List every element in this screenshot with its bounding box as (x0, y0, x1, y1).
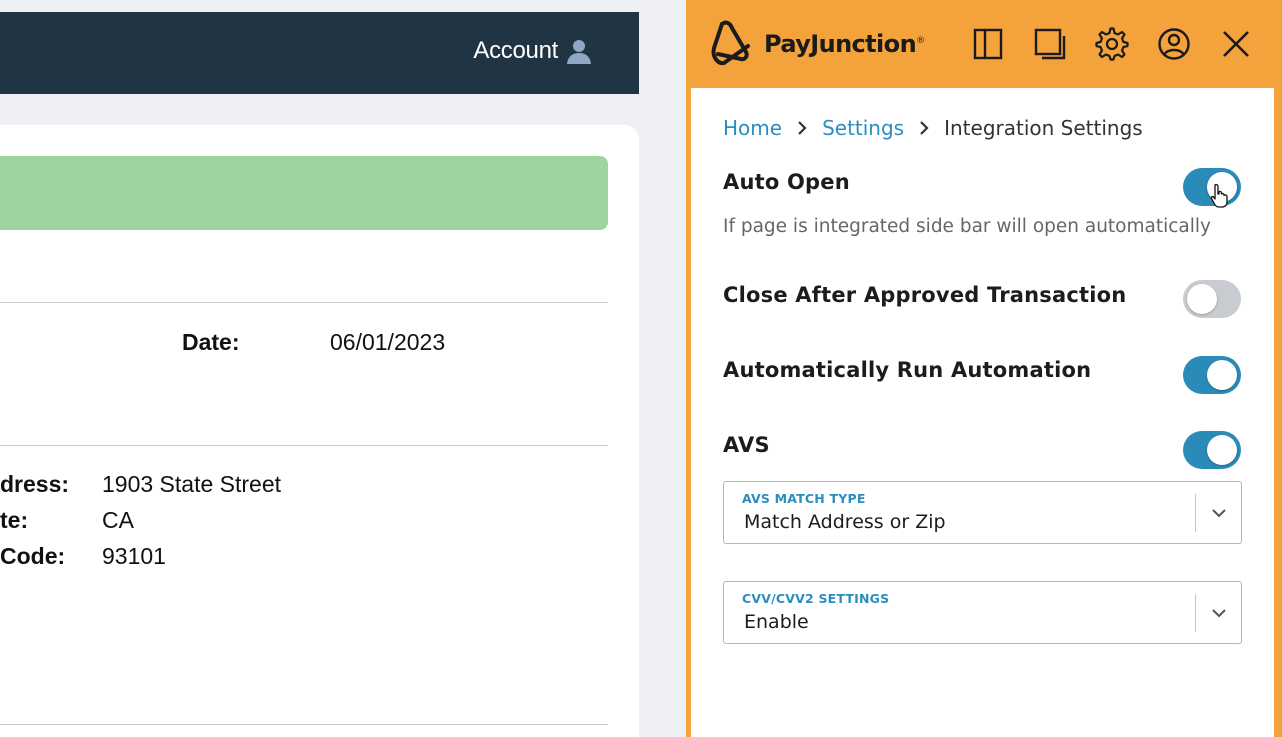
zip-value: 93101 (102, 543, 166, 569)
payjunction-side-panel: PayJunction® Home Settings Integration S… (686, 0, 1282, 737)
breadcrumb-settings[interactable]: Settings (822, 116, 904, 140)
breadcrumb-current: Integration Settings (944, 116, 1143, 140)
zip-label: Code: (0, 543, 66, 569)
toggle-knob (1207, 435, 1237, 465)
payjunction-logo: PayJunction® (708, 18, 925, 70)
popout-icon[interactable] (1032, 26, 1068, 62)
avs-toggle[interactable] (1183, 431, 1241, 469)
close-after-approved-title: Close After Approved Transaction (723, 283, 1127, 307)
app-topbar: Account (0, 12, 639, 94)
avs-match-type-label: AVS MATCH TYPE (742, 491, 866, 506)
toggle-knob (1207, 360, 1237, 390)
auto-open-toggle[interactable] (1183, 168, 1241, 206)
avs-match-type-value: Match Address or Zip (744, 511, 946, 533)
divider (0, 724, 608, 725)
account-user-icon (567, 40, 591, 64)
cvv-settings-label: CVV/CVV2 SETTINGS (742, 591, 890, 606)
divider (0, 445, 608, 446)
avs-title: AVS (723, 433, 770, 457)
state-value: CA (102, 507, 134, 533)
toggle-knob (1187, 284, 1217, 314)
close-icon[interactable] (1218, 26, 1254, 62)
avs-match-type-select[interactable]: AVS MATCH TYPE Match Address or Zip (723, 481, 1242, 544)
divider (0, 302, 608, 303)
user-profile-icon[interactable] (1156, 26, 1192, 62)
breadcrumb: Home Settings Integration Settings (723, 116, 1143, 140)
sidebar-icon[interactable] (970, 26, 1006, 62)
select-divider (1195, 594, 1196, 632)
select-divider (1195, 494, 1196, 532)
cvv-settings-select[interactable]: CVV/CVV2 SETTINGS Enable (723, 581, 1242, 644)
account-menu[interactable]: Account (473, 36, 594, 66)
breadcrumb-home[interactable]: Home (723, 116, 782, 140)
auto-open-description: If page is integrated side bar will open… (723, 216, 1211, 237)
auto-run-automation-title: Automatically Run Automation (723, 358, 1092, 382)
date-value: 06/01/2023 (330, 329, 446, 355)
panel-header: PayJunction® (686, 0, 1282, 88)
chevron-right-icon (796, 120, 808, 136)
settings-gear-icon[interactable] (1094, 26, 1130, 62)
auto-run-automation-toggle[interactable] (1183, 356, 1241, 394)
success-banner (0, 156, 608, 230)
cvv-settings-value: Enable (744, 611, 809, 633)
payjunction-logo-icon (711, 20, 750, 66)
payjunction-wordmark: PayJunction® (764, 30, 925, 58)
chevron-down-icon[interactable] (1210, 604, 1228, 622)
toggle-knob (1207, 172, 1237, 202)
state-label: te: (0, 507, 29, 533)
date-label: Date: (182, 329, 240, 355)
chevron-right-icon (918, 120, 930, 136)
panel-header-actions (970, 26, 1254, 62)
address-label: dress: (0, 471, 70, 497)
auto-open-title: Auto Open (723, 170, 850, 194)
panel-body: Home Settings Integration Settings Auto … (691, 88, 1274, 737)
address-value: 1903 State Street (102, 471, 282, 497)
account-label: Account (473, 37, 558, 64)
chevron-down-icon[interactable] (1210, 504, 1228, 522)
close-after-approved-toggle[interactable] (1183, 280, 1241, 318)
